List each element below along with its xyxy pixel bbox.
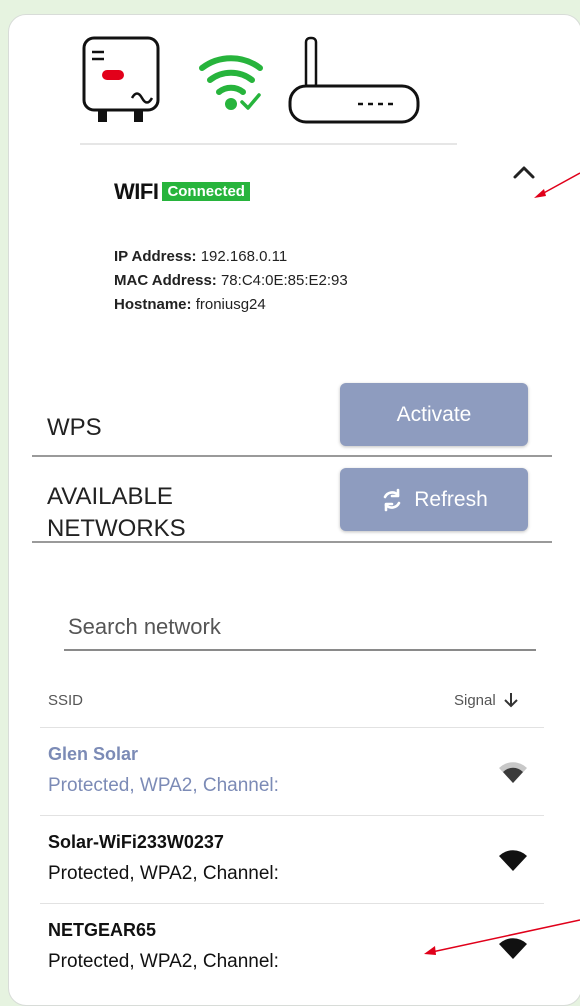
wps-divider — [32, 455, 552, 457]
network-ssid: NETGEAR65 — [48, 920, 157, 940]
mac-address-label: MAC Address: — [114, 272, 217, 289]
connection-info: IP Address: 192.168.0.11 MAC Address: 78… — [114, 245, 348, 317]
available-label-line1: AVAILABLE — [47, 483, 173, 510]
activate-wps-button[interactable]: Activate — [340, 383, 528, 446]
network-details: Protected, WPA2, Channel: — [48, 775, 279, 796]
signal-header-label: Signal — [454, 692, 496, 709]
wps-label: WPS — [47, 414, 102, 441]
wifi-connected-icon — [199, 55, 263, 110]
wifi-section-title: WIFI Connected — [114, 179, 250, 205]
activate-button-label: Activate — [396, 402, 472, 426]
refresh-icon — [383, 488, 401, 511]
refresh-button[interactable]: Refresh — [340, 468, 528, 531]
hostname-row: Hostname: froniusg24 — [114, 293, 348, 317]
ip-address-value: 192.168.0.11 — [200, 248, 288, 265]
inverter-icon — [82, 36, 160, 122]
wifi-signal-icon — [499, 938, 527, 959]
wifi-title-text: WIFI — [114, 179, 159, 204]
chevron-up-icon[interactable] — [510, 160, 538, 184]
network-ssid: Glen Solar — [48, 744, 139, 764]
network-ssid: Solar-WiFi233W0237 — [48, 832, 224, 852]
ssid-column-header: SSID — [48, 692, 84, 709]
hostname-label: Hostname: — [114, 296, 192, 313]
connection-diagram — [82, 36, 420, 124]
network-details: Protected, WPA2, Channel: — [48, 951, 279, 972]
ip-address-label: IP Address: — [114, 248, 197, 265]
wifi-signal-icon — [499, 762, 527, 783]
network-row[interactable]: Solar-WiFi233W0237 Protected, WPA2, Chan… — [40, 815, 544, 904]
router-icon — [288, 36, 420, 124]
mac-address-value: 78:C4:0E:85:E2:93 — [220, 272, 348, 289]
status-badge: Connected — [162, 182, 250, 201]
signal-column-header[interactable]: Signal — [454, 692, 518, 709]
search-network-input[interactable] — [64, 604, 536, 651]
header-divider — [80, 143, 457, 145]
network-row[interactable]: NETGEAR65 Protected, WPA2, Channel: — [40, 903, 544, 992]
hostname-value: froniusg24 — [195, 296, 266, 313]
networks-divider — [32, 541, 552, 543]
ip-address-row: IP Address: 192.168.0.11 — [114, 245, 348, 269]
sort-down-icon — [504, 693, 518, 708]
mac-address-row: MAC Address: 78:C4:0E:85:E2:93 — [114, 269, 348, 293]
network-row[interactable]: Glen Solar Protected, WPA2, Channel: — [40, 727, 544, 816]
available-networks-label: AVAILABLE NETWORKS — [47, 481, 186, 545]
network-details: Protected, WPA2, Channel: — [48, 863, 279, 884]
refresh-button-label: Refresh — [414, 487, 488, 511]
wifi-signal-icon — [499, 850, 527, 871]
